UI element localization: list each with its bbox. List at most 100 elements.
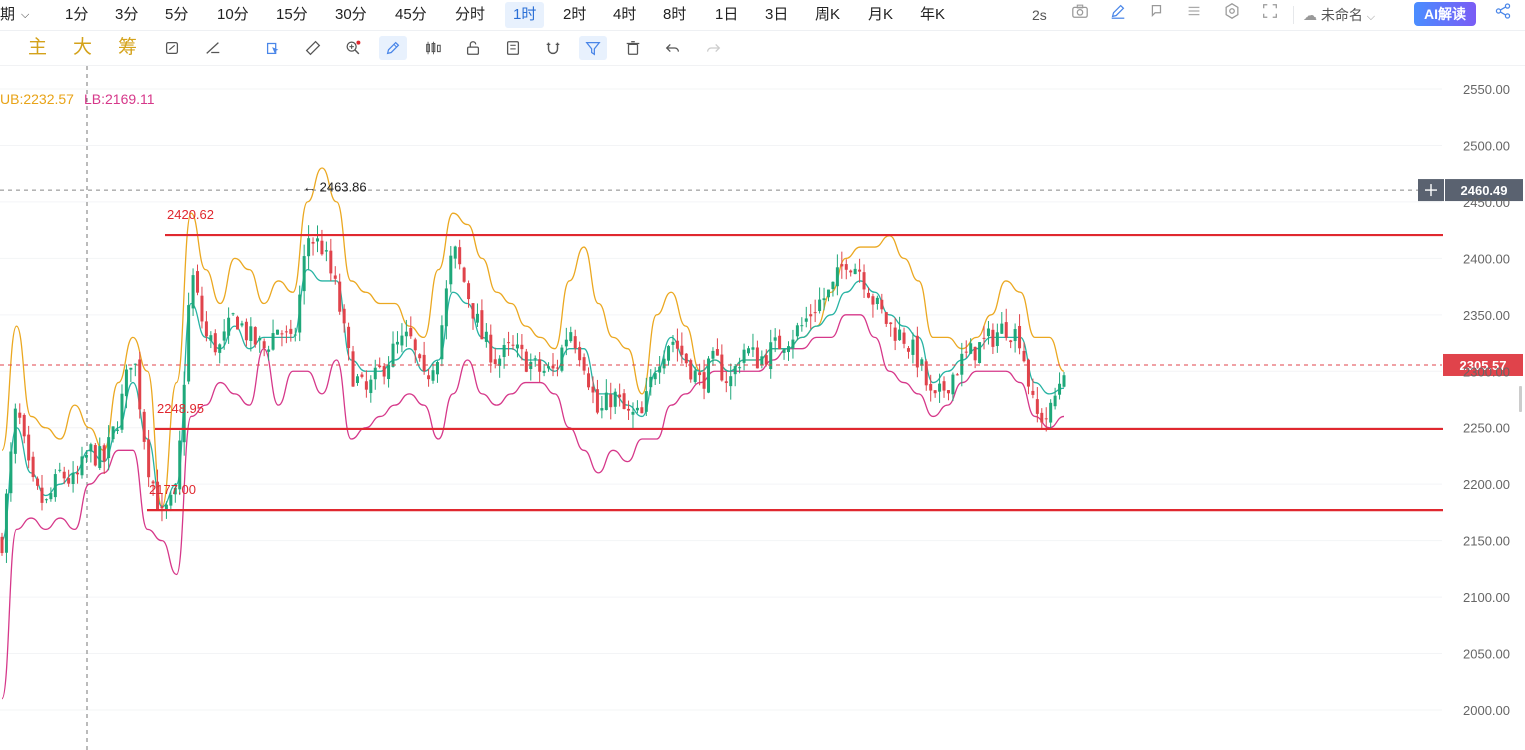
candle-body bbox=[618, 394, 622, 398]
candle-body bbox=[960, 353, 964, 375]
candle-body bbox=[1013, 329, 1017, 342]
candle-body bbox=[840, 264, 844, 267]
candle-body bbox=[595, 389, 599, 413]
candle-body bbox=[147, 439, 151, 478]
high-marker-label: ← 2463.86 bbox=[303, 179, 367, 194]
y-tick-label: 2500.00 bbox=[1463, 138, 1510, 153]
candle-body bbox=[711, 350, 715, 359]
candle-body bbox=[849, 270, 853, 273]
candle-body bbox=[302, 256, 306, 292]
y-tick-label: 2450.00 bbox=[1463, 195, 1510, 210]
candle-body bbox=[458, 247, 462, 265]
candle-body bbox=[515, 344, 519, 349]
candle-body bbox=[324, 250, 328, 252]
candle-body bbox=[906, 348, 910, 352]
candle-body bbox=[649, 376, 653, 388]
candle-body bbox=[809, 314, 813, 317]
candle-body bbox=[253, 327, 257, 345]
candle-body bbox=[164, 504, 168, 510]
candle-body bbox=[529, 361, 533, 369]
candle-body bbox=[502, 344, 506, 358]
y-axis: 2550.00 2500.00 2450.00 2400.00 2350.00 2300.… bbox=[1463, 82, 1510, 718]
candle-body bbox=[791, 339, 795, 349]
candle-body bbox=[662, 358, 666, 369]
candle-body bbox=[680, 345, 684, 355]
candle-body bbox=[866, 292, 870, 298]
candle-body bbox=[1049, 402, 1053, 423]
candle-body bbox=[826, 289, 830, 298]
candle-body bbox=[555, 367, 559, 369]
candle-body bbox=[9, 451, 13, 494]
y-tick-label: 2000.00 bbox=[1463, 703, 1510, 718]
candle-body bbox=[551, 365, 555, 369]
candle-body bbox=[142, 411, 146, 442]
candle-body bbox=[160, 506, 164, 509]
candle-body bbox=[715, 349, 719, 356]
candle-body bbox=[378, 365, 382, 368]
candle-body bbox=[898, 329, 902, 341]
candle-body bbox=[431, 370, 435, 381]
candle-body bbox=[560, 347, 564, 371]
candle-body bbox=[116, 429, 120, 431]
candle-body bbox=[236, 316, 240, 330]
candle-body bbox=[1018, 325, 1022, 349]
candle-body bbox=[1062, 375, 1066, 387]
candle-body bbox=[18, 412, 22, 418]
y-tick-label: 2050.00 bbox=[1463, 647, 1510, 662]
candle-body bbox=[782, 349, 786, 353]
candle-body bbox=[418, 354, 422, 359]
candle-body bbox=[631, 411, 635, 415]
candle-body bbox=[729, 376, 733, 387]
candle-body bbox=[640, 407, 644, 414]
candle-body bbox=[720, 354, 724, 381]
candle-body bbox=[604, 392, 608, 410]
candle-body bbox=[698, 372, 702, 376]
candle-body bbox=[609, 394, 613, 408]
candle-body bbox=[578, 347, 582, 361]
candle-body bbox=[89, 444, 93, 452]
candle-body bbox=[333, 275, 337, 279]
candle-body bbox=[204, 321, 208, 337]
candle-body bbox=[84, 454, 88, 458]
candle-body bbox=[222, 331, 226, 341]
level-lines[interactable]: 2420.62 2248.95 2177.00 bbox=[147, 207, 1443, 512]
candle-body bbox=[342, 308, 346, 324]
candle-body bbox=[600, 408, 604, 411]
candle-body bbox=[98, 446, 102, 469]
candle-body bbox=[76, 472, 80, 475]
candle-body bbox=[293, 334, 297, 336]
chart-gridlines bbox=[0, 66, 1442, 750]
candle-body bbox=[982, 337, 986, 339]
candle-body bbox=[53, 474, 57, 498]
candle-body bbox=[747, 348, 751, 354]
y-tick-label: 2400.00 bbox=[1463, 251, 1510, 266]
candle-body bbox=[4, 493, 8, 553]
candle-body bbox=[391, 343, 395, 367]
scroll-handle bbox=[1519, 386, 1522, 412]
candle-body bbox=[58, 469, 62, 471]
candle-body bbox=[844, 264, 848, 270]
candle-body bbox=[889, 322, 893, 325]
candle-body bbox=[942, 381, 946, 391]
y-tick-label: 2350.00 bbox=[1463, 308, 1510, 323]
price-chart[interactable]: 2420.62 2248.95 2177.00 2460.492305.57← 24… bbox=[0, 0, 1525, 750]
candle-body bbox=[929, 384, 933, 391]
candle-body bbox=[787, 346, 791, 353]
candle-body bbox=[213, 333, 217, 353]
candle-body bbox=[404, 331, 408, 337]
y-tick-label: 2150.00 bbox=[1463, 534, 1510, 549]
candle-body bbox=[520, 344, 524, 350]
candle-body bbox=[360, 374, 364, 377]
candle-body bbox=[1031, 390, 1035, 395]
candle-body bbox=[813, 312, 817, 314]
candle-body bbox=[493, 359, 497, 365]
candle-body bbox=[262, 341, 266, 349]
candle-body bbox=[231, 313, 235, 315]
candle-body bbox=[22, 414, 26, 437]
candle-body bbox=[644, 391, 648, 412]
candle-body bbox=[507, 342, 511, 344]
candle-body bbox=[524, 351, 528, 372]
y-tick-label: 2250.00 bbox=[1463, 421, 1510, 436]
y-tick-label: 2550.00 bbox=[1463, 82, 1510, 97]
candle-body bbox=[1022, 350, 1026, 362]
